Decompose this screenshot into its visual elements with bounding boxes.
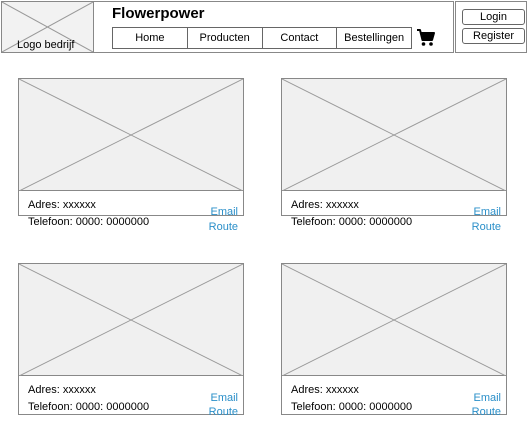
store-card: Adres: xxxxxx Telefoon: 0000: 0000000 Em… <box>281 263 507 418</box>
store-image-placeholder <box>19 79 243 191</box>
store-image-placeholder <box>282 79 506 191</box>
route-link[interactable]: Route <box>209 406 238 418</box>
email-link[interactable]: Email <box>473 392 501 404</box>
store-card: Adres: xxxxxx Telefoon: 0000: 0000000 Em… <box>18 263 244 418</box>
store-address: Adres: xxxxxx <box>28 384 96 396</box>
store-phone: Telefoon: 0000: 0000000 <box>28 216 150 228</box>
nav-producten[interactable]: Producten <box>188 28 263 48</box>
store-phone: Telefoon: 0000: 0000000 <box>291 401 413 413</box>
store-address: Adres: xxxxxx <box>28 199 96 211</box>
image-placeholder-icon <box>282 79 506 191</box>
brand-title: Flowerpower <box>112 5 205 22</box>
register-button[interactable]: Register <box>462 28 525 44</box>
store-address: Adres: xxxxxx <box>291 384 359 396</box>
nav-bestellingen[interactable]: Bestellingen <box>337 28 411 48</box>
store-phone: Telefoon: 0000: 0000000 <box>28 401 150 413</box>
email-link[interactable]: Email <box>210 392 238 404</box>
store-image-placeholder <box>282 264 506 376</box>
nav-home[interactable]: Home <box>113 28 188 48</box>
store-card: Adres: xxxxxx Telefoon: 0000: 0000000 Em… <box>281 78 507 233</box>
image-placeholder-icon <box>19 79 243 191</box>
logo-label: Logo bedrijf <box>17 39 75 51</box>
shopping-cart-icon[interactable] <box>416 28 436 48</box>
image-placeholder-icon <box>282 264 506 376</box>
store-card: Adres: xxxxxx Telefoon: 0000: 0000000 Em… <box>18 78 244 233</box>
login-button[interactable]: Login <box>462 9 525 25</box>
email-link[interactable]: Email <box>473 206 501 218</box>
route-link[interactable]: Route <box>209 221 238 233</box>
store-address: Adres: xxxxxx <box>291 199 359 211</box>
route-link[interactable]: Route <box>472 406 501 418</box>
nav-contact[interactable]: Contact <box>263 28 338 48</box>
route-link[interactable]: Route <box>472 221 501 233</box>
site-header: Logo bedrijf Flowerpower Home Producten … <box>0 0 528 54</box>
store-image-placeholder <box>19 264 243 376</box>
email-link[interactable]: Email <box>210 206 238 218</box>
image-placeholder-icon <box>19 264 243 376</box>
store-phone: Telefoon: 0000: 0000000 <box>291 216 413 228</box>
main-nav: Home Producten Contact Bestellingen <box>112 27 412 49</box>
